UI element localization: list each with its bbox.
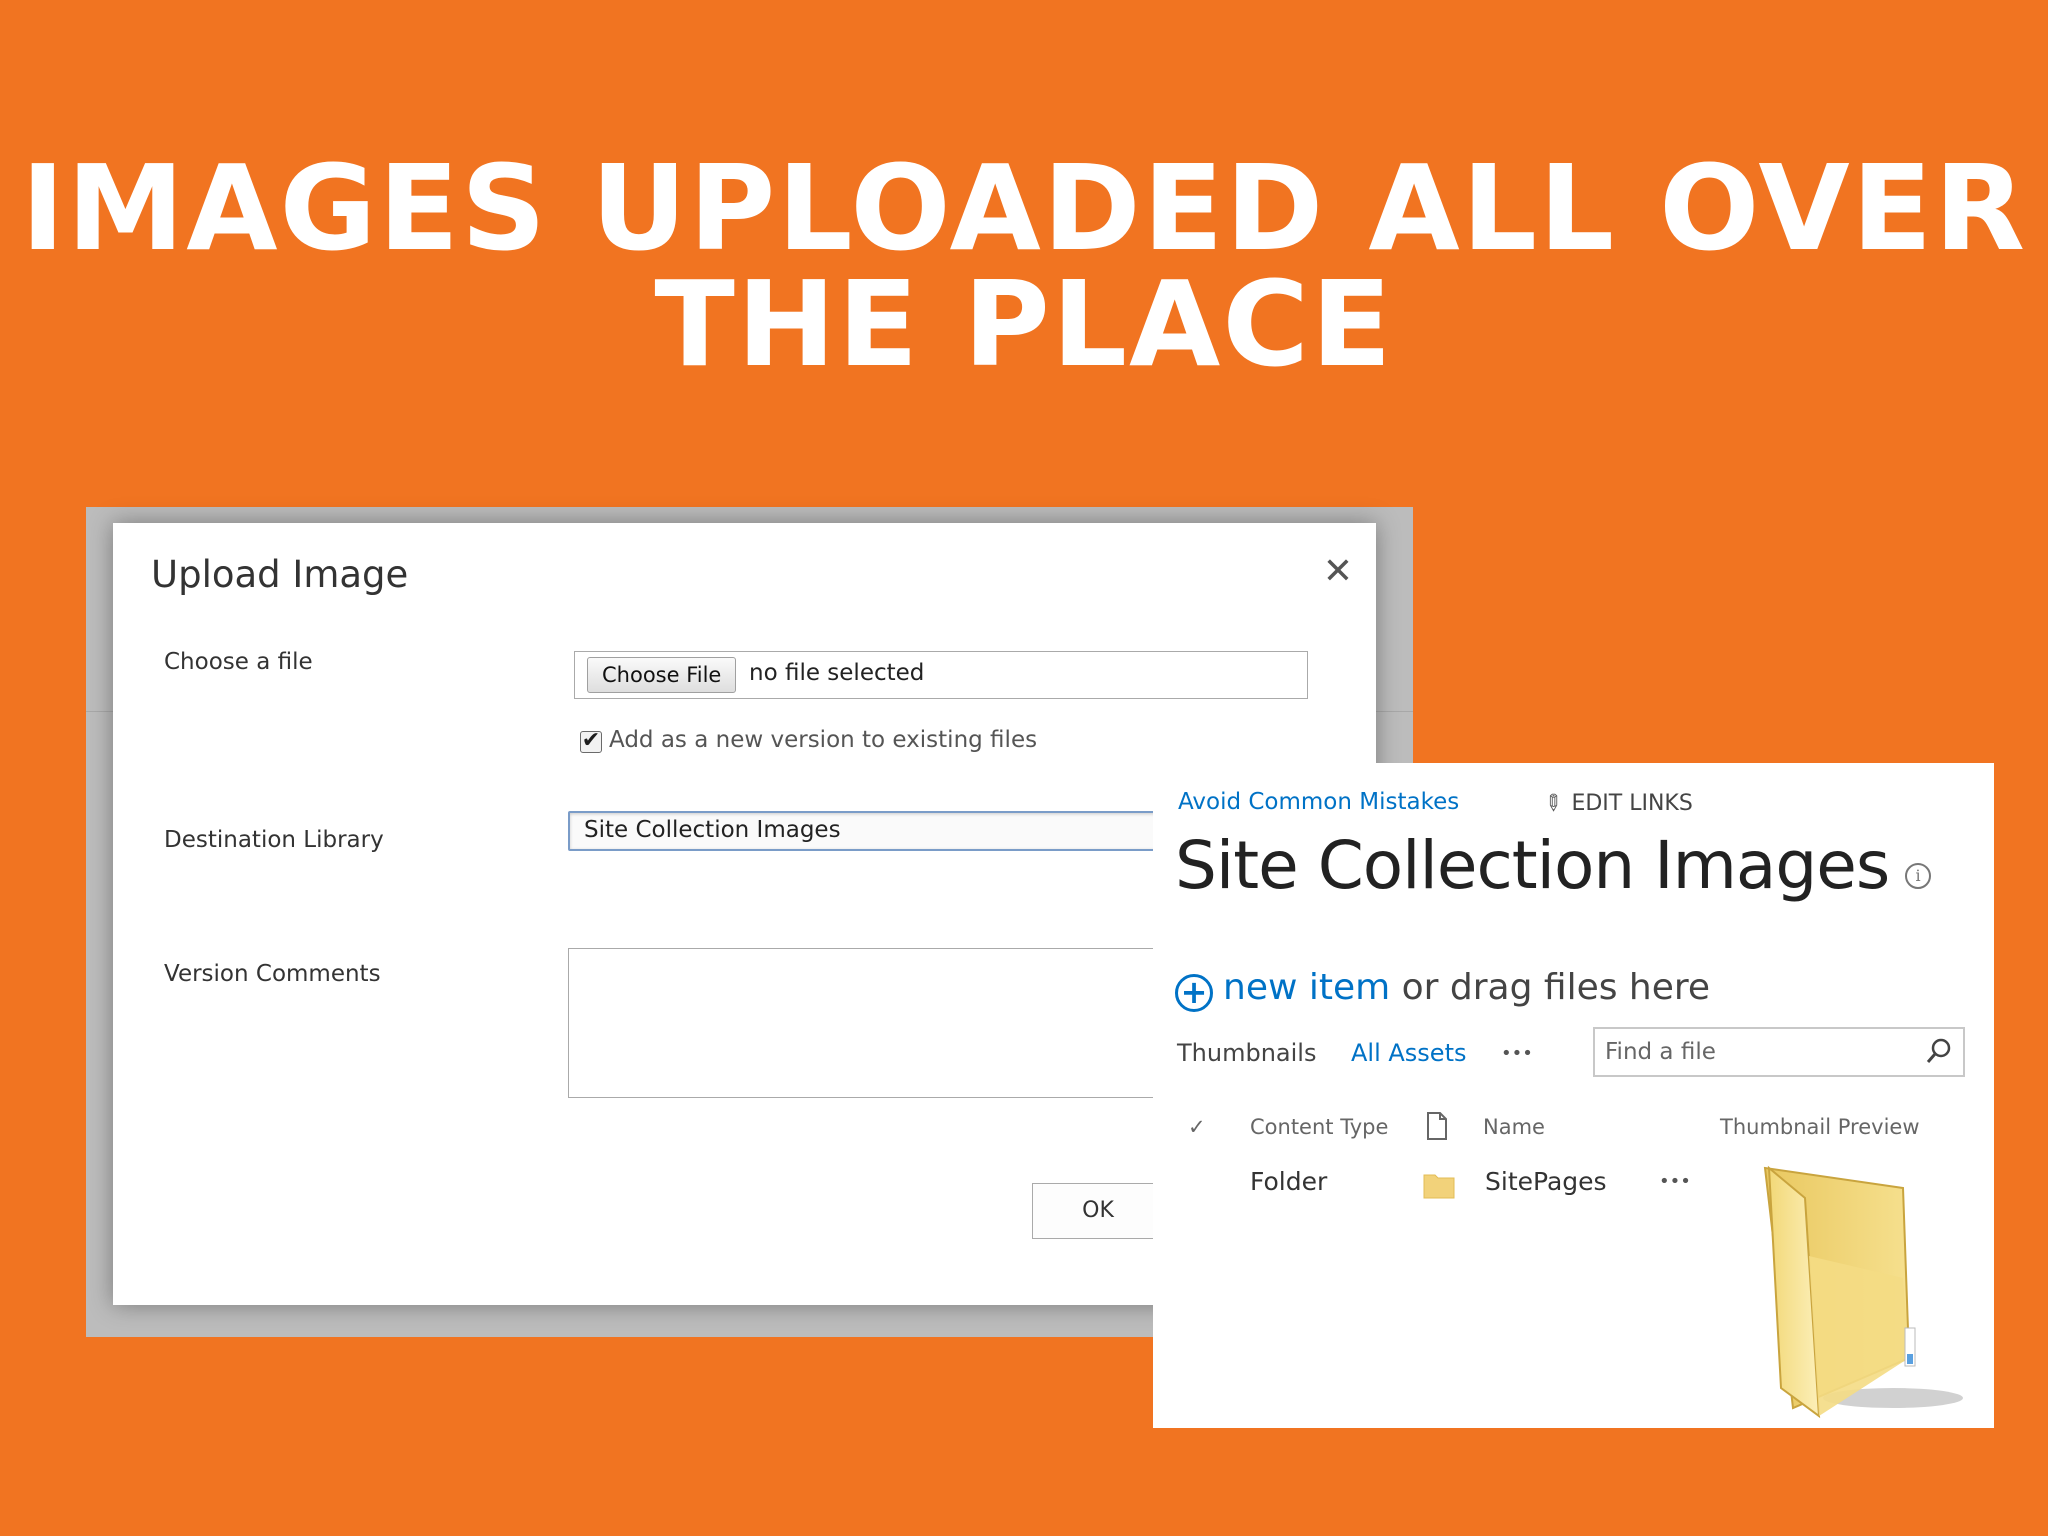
ok-button[interactable]: OK (1032, 1183, 1164, 1239)
choose-file-label: Choose a file (164, 649, 313, 675)
more-views-ellipsis[interactable]: ••• (1501, 1043, 1533, 1064)
destination-library-value: Site Collection Images (584, 817, 841, 843)
view-all-assets[interactable]: All Assets (1351, 1039, 1467, 1067)
slide-headline: IMAGES UPLOADED ALL OVER THE PLACE (0, 139, 2048, 393)
column-name[interactable]: Name (1483, 1115, 1545, 1139)
column-thumbnail-preview[interactable]: Thumbnail Preview (1720, 1115, 1920, 1139)
close-icon[interactable]: ✕ (1318, 551, 1358, 591)
version-comments-label: Version Comments (164, 961, 381, 987)
row-menu-ellipsis[interactable]: ••• (1659, 1171, 1691, 1192)
add-circle-icon[interactable]: + (1175, 974, 1213, 1012)
search-box (1593, 1027, 1965, 1077)
search-icon[interactable] (1925, 1037, 1953, 1065)
new-version-label: Add as a new version to existing files (609, 727, 1038, 753)
destination-library-label: Destination Library (164, 827, 384, 853)
edit-links-button[interactable]: ✎ EDIT LINKS (1537, 788, 1693, 819)
file-type-icon (1427, 1112, 1447, 1140)
info-icon[interactable]: i (1905, 863, 1931, 889)
version-comments-textarea[interactable] (568, 948, 1210, 1098)
folder-icon (1423, 1174, 1455, 1199)
row-name[interactable]: SitePages (1485, 1167, 1607, 1196)
folder-thumbnail-icon (1763, 1165, 1963, 1419)
row-content-type: Folder (1250, 1167, 1328, 1196)
view-thumbnails[interactable]: Thumbnails (1177, 1039, 1316, 1067)
breadcrumb[interactable]: Avoid Common Mistakes (1178, 789, 1459, 815)
new-item-row: + new item or drag files here (1175, 967, 1710, 1012)
page-title: Site Collection Images (1175, 827, 1890, 904)
pencil-icon: ✎ (1536, 788, 1568, 819)
file-input[interactable]: Choose File no file selected (574, 651, 1308, 699)
edit-links-label: EDIT LINKS (1571, 791, 1693, 816)
destination-library-select[interactable]: Site Collection Images (568, 811, 1192, 851)
file-status: no file selected (749, 660, 925, 686)
headline-line-2: THE PLACE (654, 255, 1394, 393)
choose-file-button[interactable]: Choose File (587, 657, 737, 693)
drag-files-text: or drag files here (1390, 967, 1711, 1008)
select-all-check-icon[interactable]: ✓ (1188, 1115, 1206, 1139)
headline-line-1: IMAGES UPLOADED ALL OVER (20, 139, 2028, 277)
new-version-checkbox[interactable]: ✔ (580, 729, 602, 753)
search-input[interactable] (1605, 1037, 1905, 1067)
library-screenshot: Avoid Common Mistakes ✎ EDIT LINKS Site C… (1153, 763, 1994, 1428)
new-item-link[interactable]: new item (1223, 967, 1390, 1008)
dialog-title: Upload Image (151, 553, 409, 596)
column-content-type[interactable]: Content Type (1250, 1115, 1388, 1139)
